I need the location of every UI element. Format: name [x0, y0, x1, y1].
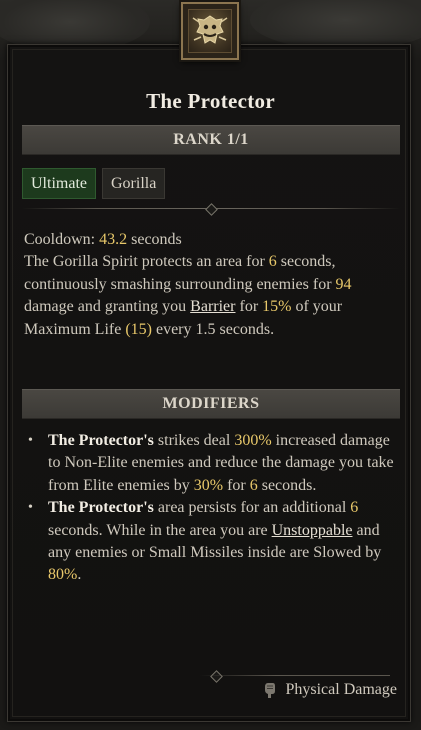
gorilla-skill-icon[interactable] — [181, 2, 239, 60]
skill-description: Cooldown: 43.2 seconds The Gorilla Spiri… — [24, 231, 352, 338]
bullet-icon: • — [28, 500, 33, 516]
damage-type: Physical Damage — [263, 681, 397, 699]
unstoppable-keyword[interactable]: Unstoppable — [272, 522, 353, 539]
barrier-keyword[interactable]: Barrier — [190, 298, 235, 315]
gorilla-face-icon — [188, 9, 232, 53]
tag-gorilla: Gorilla — [101, 168, 166, 199]
modifier-item: • The Protector's area persists for an a… — [28, 499, 382, 584]
rank-label: RANK 1/1 — [173, 131, 249, 148]
skill-tags: Ultimate Gorilla — [22, 168, 166, 199]
footer-divider — [200, 670, 390, 683]
rank-bar: RANK 1/1 — [22, 125, 400, 155]
modifiers-header: MODIFIERS — [22, 389, 400, 419]
modifier-item: • The Protector's strikes deal 300% incr… — [28, 432, 394, 494]
skill-title: The Protector — [146, 89, 275, 113]
bullet-icon: • — [28, 433, 33, 448]
damage-type-label: Physical Damage — [285, 681, 397, 698]
modifiers-label: MODIFIERS — [162, 395, 260, 412]
fist-icon — [263, 681, 277, 699]
modifiers-list: • The Protector's strikes deal 300% incr… — [28, 430, 400, 587]
tag-ultimate: Ultimate — [22, 168, 96, 199]
divider — [22, 203, 400, 216]
